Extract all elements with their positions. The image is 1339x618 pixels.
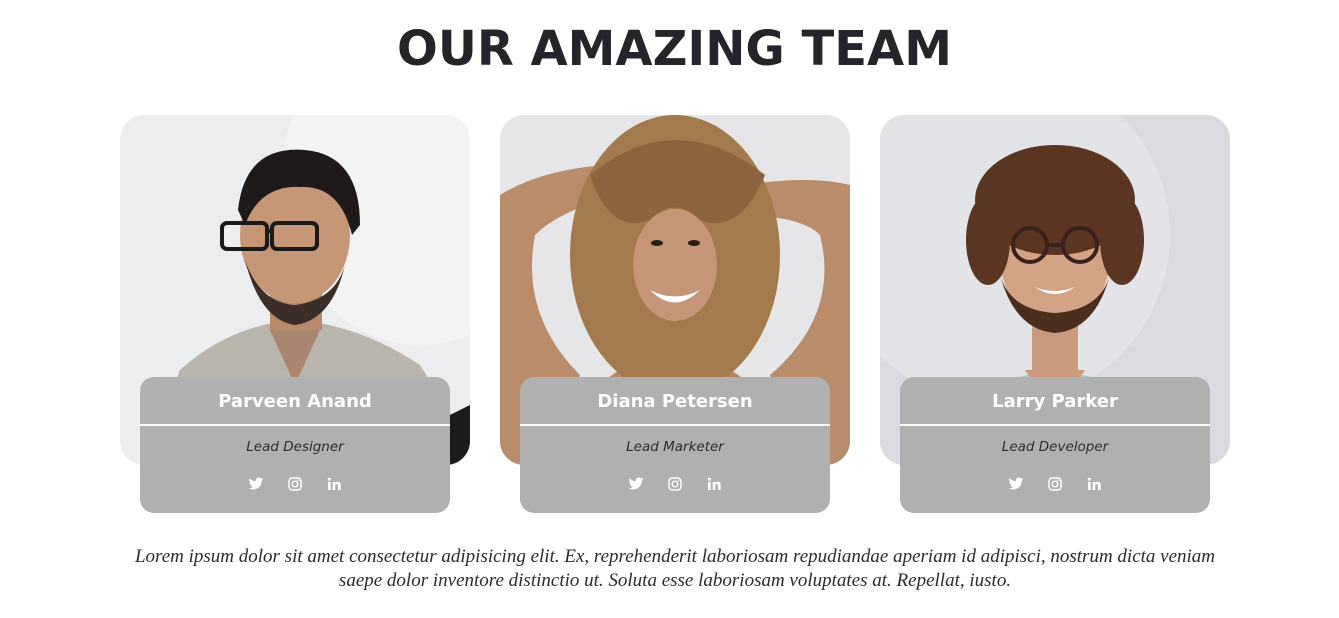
member-role: Lead Designer [246,439,344,455]
team-card: Larry Parker Lead Developer [880,115,1230,515]
member-name: Larry Parker [900,377,1210,426]
member-info-panel: Larry Parker Lead Developer [900,377,1210,513]
team-description: Lorem ipsum dolor sit amet consectetur a… [134,546,1216,591]
twitter-icon[interactable] [628,476,644,492]
linkedin-icon[interactable] [326,476,342,492]
member-info-panel: Diana Petersen Lead Marketer [520,377,830,513]
twitter-icon[interactable] [248,476,264,492]
page-title: OUR AMAZING TEAM [397,21,952,77]
team-card: Parveen Anand Lead Designer [120,115,470,515]
member-name: Diana Petersen [520,377,830,426]
instagram-icon[interactable] [287,476,303,492]
social-links [900,476,1210,496]
social-links [140,476,450,496]
member-name: Parveen Anand [140,377,450,426]
linkedin-icon[interactable] [1086,476,1102,492]
social-links [520,476,830,496]
linkedin-icon[interactable] [706,476,722,492]
instagram-icon[interactable] [1047,476,1063,492]
twitter-icon[interactable] [1008,476,1024,492]
member-info-panel: Parveen Anand Lead Designer [140,377,450,513]
instagram-icon[interactable] [667,476,683,492]
team-card: Diana Petersen Lead Marketer [500,115,850,515]
member-role: Lead Developer [1001,439,1109,455]
member-role: Lead Marketer [626,439,724,455]
